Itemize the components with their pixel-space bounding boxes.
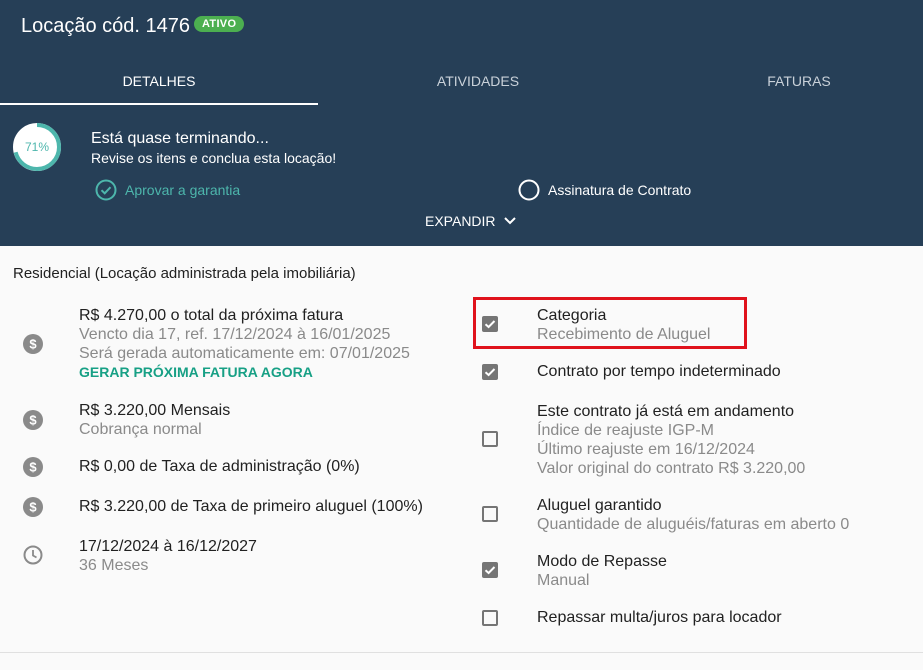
svg-text:$: $ xyxy=(29,337,37,352)
contract-period: 17/12/2024 à 16/12/2027 xyxy=(79,538,257,555)
ultimo-reajuste: Último reajuste em 16/12/2024 xyxy=(537,441,755,458)
chevron-down-icon xyxy=(503,217,516,225)
categoria-checkbox[interactable] xyxy=(482,316,498,332)
aluguel-garantido-label: Aluguel garantido xyxy=(537,497,662,514)
tempo-indeterminado-label: Contrato por tempo indeterminado xyxy=(537,363,781,380)
admin-fee: R$ 0,00 de Taxa de administração (0%) xyxy=(79,458,360,475)
task-assinatura-contrato[interactable]: Assinatura de Contrato xyxy=(518,179,691,201)
circle-icon xyxy=(518,179,540,201)
generate-invoice-link[interactable]: GERAR PRÓXIMA FATURA AGORA xyxy=(79,363,459,382)
next-invoice-total: R$ 4.270,00 o total da próxima fatura xyxy=(79,307,344,324)
tab-detalhes[interactable]: DETALHES xyxy=(0,73,318,89)
categoria-value: Recebimento de Aluguel xyxy=(537,326,711,343)
tab-faturas[interactable]: FATURAS xyxy=(638,73,923,89)
categoria-label: Categoria xyxy=(537,307,607,324)
faturas-em-aberto: Quantidade de aluguéis/faturas em aberto… xyxy=(537,516,850,533)
header: Locação cód. 1476 ATIVO DETALHES ATIVIDA… xyxy=(0,0,923,246)
progress-percent: 71% xyxy=(24,140,50,154)
repassar-multa-checkbox[interactable] xyxy=(482,610,498,626)
dollar-icon: $ xyxy=(23,497,43,517)
active-tab-indicator xyxy=(0,103,318,105)
next-invoice-due: Vencto dia 17, ref. 17/12/2024 à 16/01/2… xyxy=(79,326,391,343)
task-aprovar-garantia[interactable]: Aprovar a garantia xyxy=(95,179,240,201)
modo-repasse-label: Modo de Repasse xyxy=(537,553,667,570)
billing-type: Cobrança normal xyxy=(79,421,202,438)
task-label: Assinatura de Contrato xyxy=(548,182,692,198)
page-title: Locação cód. 1476 xyxy=(21,15,191,37)
status-badge: ATIVO xyxy=(194,16,245,32)
monthly-amount: R$ 3.220,00 Mensais xyxy=(79,402,231,419)
svg-text:$: $ xyxy=(29,413,37,428)
valor-original: Valor original do contrato R$ 3.220,00 xyxy=(537,460,806,477)
svg-text:$: $ xyxy=(29,500,37,515)
em-andamento-checkbox[interactable] xyxy=(482,431,498,447)
next-invoice-generation: Será gerada automaticamente em: 07/01/20… xyxy=(79,345,410,362)
check-circle-icon xyxy=(95,179,117,201)
almost-done-title: Está quase terminando... xyxy=(91,130,269,147)
modo-repasse-checkbox[interactable] xyxy=(482,562,498,578)
repassar-multa-label: Repassar multa/juros para locador xyxy=(537,609,782,626)
svg-text:$: $ xyxy=(29,460,37,475)
divider xyxy=(0,652,923,653)
expand-button[interactable]: EXPANDIR xyxy=(425,213,516,229)
section-title: Residencial (Locação administrada pela i… xyxy=(13,265,356,282)
dollar-icon: $ xyxy=(23,334,43,354)
expand-label: EXPANDIR xyxy=(425,213,496,229)
dollar-icon: $ xyxy=(23,457,43,477)
contract-duration: 36 Meses xyxy=(79,557,149,574)
clock-icon xyxy=(23,545,43,565)
modo-repasse-value: Manual xyxy=(537,572,590,589)
first-rent-fee: R$ 3.220,00 de Taxa de primeiro aluguel … xyxy=(79,498,423,515)
tempo-indeterminado-checkbox[interactable] xyxy=(482,364,498,380)
task-label: Aprovar a garantia xyxy=(125,182,241,198)
dollar-icon: $ xyxy=(23,410,43,430)
indice-reajuste: Índice de reajuste IGP-M xyxy=(537,422,714,439)
almost-done-subtitle: Revise os itens e conclua esta locação! xyxy=(91,150,337,166)
tab-atividades[interactable]: ATIVIDADES xyxy=(318,73,638,89)
em-andamento-label: Este contrato já está em andamento xyxy=(537,403,795,420)
aluguel-garantido-checkbox[interactable] xyxy=(482,506,498,522)
